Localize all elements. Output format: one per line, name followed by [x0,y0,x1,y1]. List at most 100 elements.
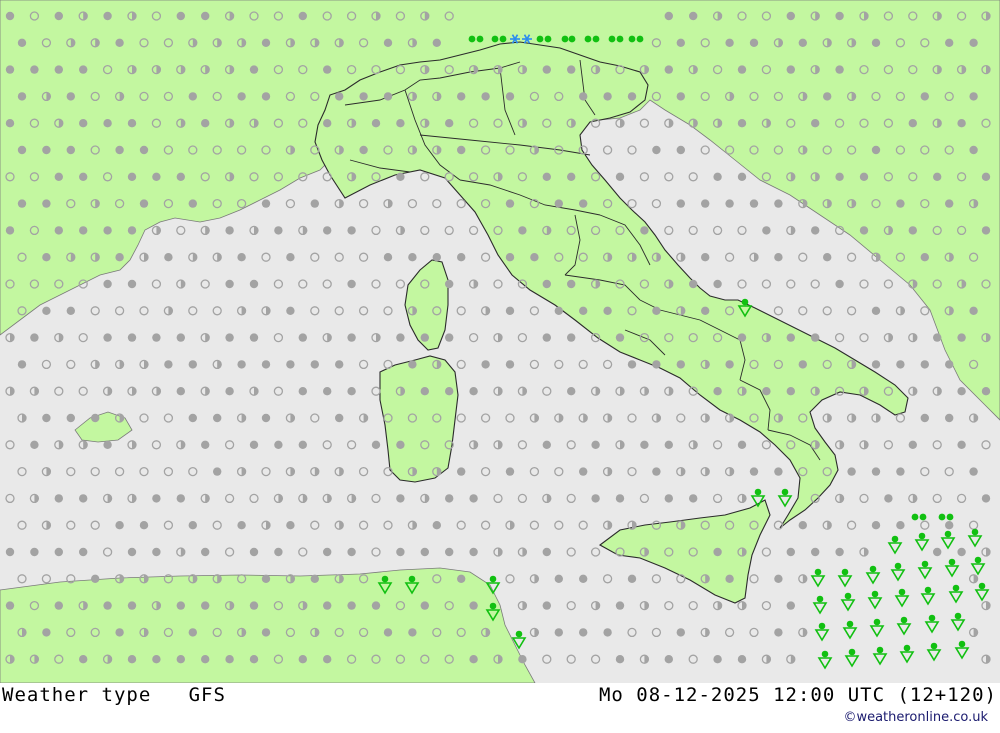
overcast-dot [79,172,88,181]
overcast-dot [567,65,576,74]
rain-dot [608,35,616,43]
overcast-dot [79,494,88,503]
overcast-dot [896,360,905,369]
overcast-dot [811,226,820,235]
overcast-dot [981,387,991,396]
overcast-dot [908,119,917,128]
overcast-dot [713,172,722,181]
overcast-dot [249,279,259,289]
overcast-dot [725,199,734,208]
overcast-dot [945,360,954,369]
overcast-dot [127,226,137,235]
overcast-dot [969,38,978,47]
overcast-dot [261,360,271,369]
overcast-dot [79,547,88,557]
overcast-dot [249,65,259,74]
overcast-dot [79,119,88,128]
overcast-dot [603,306,612,315]
overcast-dot [54,547,63,557]
overcast-dot [554,306,563,315]
overcast-dot [139,521,149,530]
overcast-dot [445,333,454,342]
overcast-dot [505,360,515,369]
overcast-dot [737,655,747,664]
overcast-dot [54,65,63,74]
overcast-dot [774,467,783,476]
overcast-dot [981,226,991,235]
overcast-dot [5,11,15,21]
overcast-dot [445,119,454,128]
overcast-dot [505,199,515,208]
overcast-dot [17,145,27,155]
overcast-dot [908,226,917,235]
overcast-dot [383,253,393,262]
overcast-dot [103,11,112,21]
overcast-dot [615,494,625,503]
overcast-dot [457,253,466,262]
overcast-dot [871,145,881,155]
overcast-dot [652,145,661,155]
rain-dot [628,35,636,43]
weather-map [0,0,1000,683]
overcast-dot [54,11,63,21]
overcast-dot [225,655,234,664]
overcast-dot [323,601,332,610]
overcast-dot [139,199,149,208]
overcast-dot [957,440,966,449]
overcast-dot [445,279,454,289]
overcast-dot [969,467,978,476]
overcast-dot [5,65,15,74]
overcast-dot [17,92,27,101]
overcast-dot [798,360,807,369]
overcast-dot [835,172,844,181]
overcast-dot [127,547,137,557]
overcast-dot [701,253,710,262]
overcast-dot [17,199,27,208]
overcast-dot [286,521,295,530]
overcast-dot [579,306,588,315]
overcast-dot [469,387,478,396]
overcast-dot [615,333,625,342]
overcast-dot [920,360,929,369]
overcast-dot [896,467,905,476]
overcast-dot [908,440,917,449]
map-footer: Weather type GFS Mo 08-12-2025 12:00 UTC… [0,683,1000,733]
overcast-dot [432,521,441,530]
overcast-dot [176,655,185,664]
overcast-dot [201,119,210,128]
overcast-dot [127,119,137,128]
source-credit[interactable]: ©weatheronline.co.uk [843,710,988,725]
overcast-dot [115,628,124,637]
overcast-dot [542,333,551,342]
overcast-dot [884,494,893,503]
overcast-dot [737,119,747,128]
overcast-dot [408,253,417,262]
overcast-dot [225,333,234,342]
overcast-dot [664,655,673,664]
overcast-dot [42,628,51,637]
overcast-dot [432,253,441,262]
overcast-dot [103,279,112,289]
overcast-dot [286,360,295,369]
overcast-dot [42,306,51,315]
overcast-dot [347,226,356,235]
overcast-dot [396,333,405,342]
overcast-dot [640,226,649,235]
overcast-dot [91,413,100,423]
overcast-dot [323,547,332,557]
overcast-dot [152,547,161,557]
overcast-dot [310,199,319,208]
overcast-dot [737,333,747,342]
overcast-dot [689,279,698,289]
overcast-dot [323,655,332,664]
overcast-dot [945,38,954,47]
overcast-dot [249,440,259,449]
overcast-dot [225,226,234,235]
overcast-dot [676,145,685,155]
overcast-dot [188,199,197,208]
overcast-dot [579,467,588,476]
overcast-dot [579,574,588,583]
overcast-dot [261,413,271,423]
overcast-dot [676,360,685,369]
overcast-dot [347,387,356,396]
